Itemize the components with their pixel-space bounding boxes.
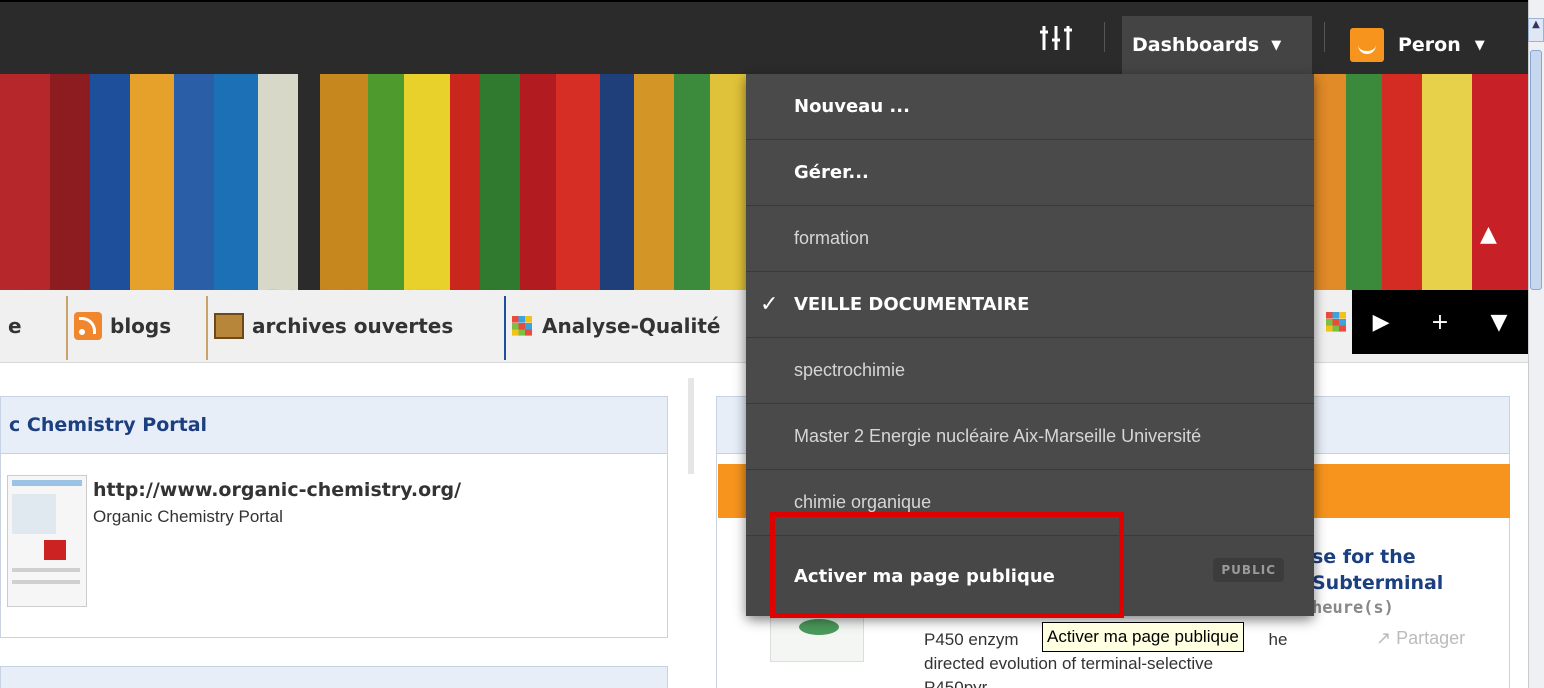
rss-icon <box>74 312 102 340</box>
add-tab-icon[interactable]: + <box>1431 310 1449 335</box>
scrollbar-thumb[interactable] <box>1530 50 1542 290</box>
article-title-line: Subterminal <box>1312 572 1444 594</box>
chevron-down-icon: ▼ <box>1271 37 1282 53</box>
tab-label: e <box>8 314 22 338</box>
menu-item-label: formation <box>794 228 870 248</box>
dashboards-label: Dashboards <box>1132 34 1260 56</box>
menu-item-label: VEILLE DOCUMENTAIRE <box>794 294 1030 315</box>
menu-item-gerer[interactable]: Gérer... <box>746 140 1314 206</box>
site-thumbnail[interactable] <box>7 475 87 607</box>
collapse-up-icon[interactable]: ▲ <box>1480 222 1497 247</box>
menu-item-formation[interactable]: formation <box>746 206 1314 272</box>
tab-controls: ▶ + ▼ <box>1352 290 1528 354</box>
menu-item-master2[interactable]: Master 2 Energie nucléaire Aix-Marseille… <box>746 404 1314 470</box>
archive-box-icon <box>214 313 244 339</box>
tab-label: Analyse-Qualité <box>542 314 721 338</box>
article-text: P450pyr... <box>924 678 1001 688</box>
menu-item-spectrochimie[interactable]: spectrochimie <box>746 338 1314 404</box>
tab-analyse-qualite[interactable]: Analyse-Qualité <box>504 290 721 362</box>
menu-item-label: Master 2 Energie nucléaire Aix-Marseille… <box>794 426 1202 446</box>
menu-item-label: Nouveau ... <box>794 96 910 117</box>
widget-title[interactable]: c Chemistry Portal <box>1 397 667 454</box>
widget-link[interactable]: http://www.organic-chemistry.org/ <box>93 479 461 501</box>
public-badge: PUBLIC <box>1213 558 1284 582</box>
dashboards-menu-button[interactable]: Dashboards ▼ <box>1122 16 1312 74</box>
top-navigation-bar: Dashboards ▼ Peron ▼ <box>0 2 1528 74</box>
highlight-box <box>770 512 1124 618</box>
avatar <box>1350 28 1384 62</box>
tab-label: archives ouvertes <box>252 314 454 338</box>
app-window: Dashboards ▼ Peron ▼ ▲ e blogs archives … <box>0 0 1528 688</box>
article-title[interactable]: se for the Subterminal <box>1312 544 1443 596</box>
widget-description: Organic Chemistry Portal <box>93 507 283 526</box>
tab-divider <box>66 296 68 360</box>
topbar-divider <box>1324 22 1325 52</box>
tab-label: blogs <box>110 314 172 338</box>
user-name: Peron <box>1398 34 1461 56</box>
portal-widget: c Chemistry Portal http://www.organic-ch… <box>0 396 668 638</box>
checkmark-icon: ✓ <box>760 292 779 317</box>
chevron-down-icon: ▼ <box>1474 37 1485 53</box>
menu-item-label: chimie organique <box>794 492 932 512</box>
menu-item-nouveau[interactable]: Nouveau ... <box>746 74 1314 140</box>
user-menu-button[interactable]: Peron ▼ <box>1350 16 1528 74</box>
next-widget-header <box>0 666 668 688</box>
menu-item-label: spectrochimie <box>794 360 906 380</box>
scroll-up-icon[interactable]: ▲ <box>1528 18 1544 42</box>
article-text: P450 enzym <box>924 630 1019 649</box>
tooltip: Activer ma page publique <box>1042 622 1244 652</box>
grid-icon[interactable] <box>1326 312 1346 332</box>
share-label: Partager <box>1396 628 1466 648</box>
menu-item-veille-documentaire[interactable]: ✓ VEILLE DOCUMENTAIRE <box>746 272 1314 338</box>
settings-sliders-icon[interactable] <box>1038 24 1078 50</box>
tab-blogs[interactable]: blogs <box>66 290 172 362</box>
banner-title: VEILLE DOCUMENTAIRE <box>30 282 541 290</box>
tab-divider <box>206 296 208 360</box>
article-time: heure(s) <box>1312 598 1394 618</box>
next-tab-icon[interactable]: ▶ <box>1373 310 1390 335</box>
menu-item-label: Gérer... <box>794 162 869 183</box>
tab-divider <box>504 296 506 360</box>
topbar-divider <box>1104 22 1105 52</box>
article-text: directed evolution of terminal-selective <box>924 654 1214 673</box>
tab-menu-icon[interactable]: ▼ <box>1490 310 1507 335</box>
tab-archives-ouvertes[interactable]: archives ouvertes <box>206 290 454 362</box>
article-text: he <box>1268 630 1288 649</box>
grid-icon <box>512 316 532 336</box>
column-separator[interactable] <box>688 378 694 474</box>
share-button[interactable]: ↗ Partager <box>1376 628 1465 649</box>
tab-previous[interactable]: e <box>8 290 22 362</box>
article-title-line: se for the <box>1312 546 1416 568</box>
